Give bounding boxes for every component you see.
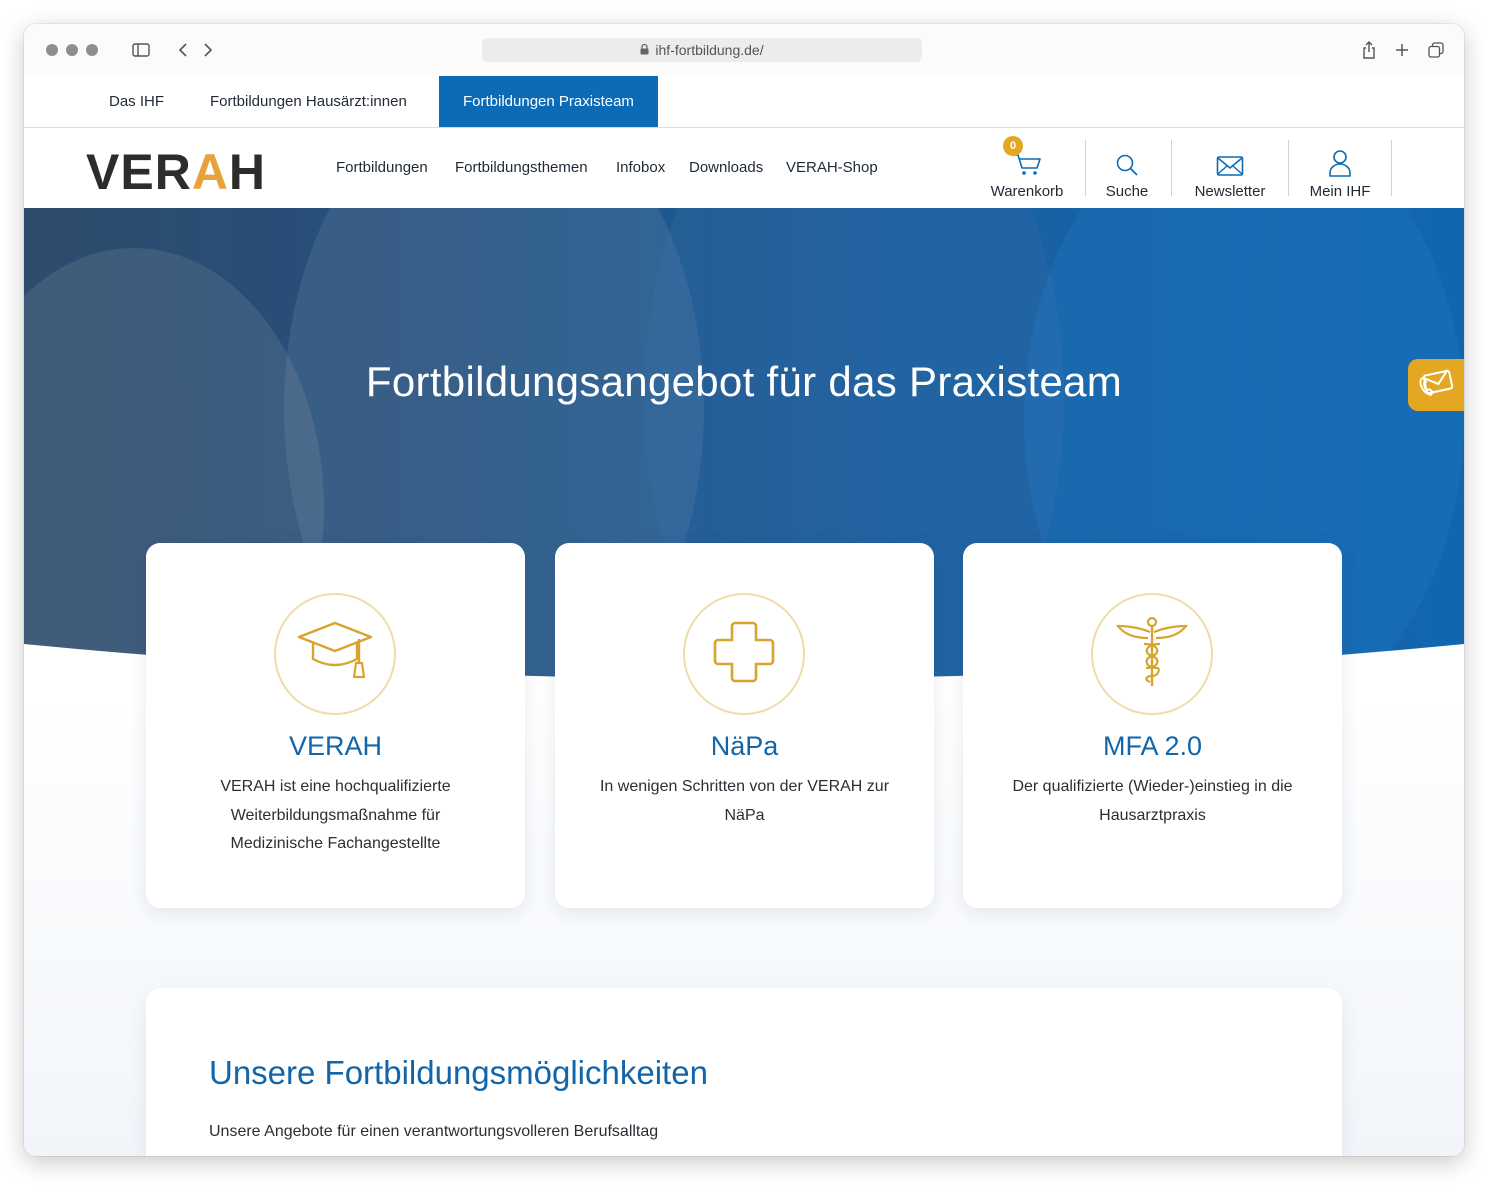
newsletter-button[interactable]: Newsletter [1187,140,1273,200]
nav-fortbildungen[interactable]: Fortbildungen [336,159,428,176]
nav-fortbildungsthemen[interactable]: Fortbildungsthemen [455,159,588,176]
nav-downloads[interactable]: Downloads [689,159,763,176]
card-icon-circle [1091,593,1213,715]
site-header: VERAH Fortbildungen Fortbildungsthemen I… [24,128,1464,208]
newsletter-label: Newsletter [1194,183,1266,200]
card-verah[interactable]: VERAH VERAH ist eine hochqualifizierte W… [146,543,525,908]
tab-fortbildungen-hausaerzte[interactable]: Fortbildungen Hausärzt:innen [210,76,407,127]
forward-arrow-icon[interactable] [195,38,221,62]
browser-window: ihf-fortbildung.de/ Das IHF Fortbildunge… [24,24,1464,1156]
hero-title: Fortbildungsangebot für das Praxisteam [365,358,1123,405]
logo-text-right: H [228,144,267,200]
header-divider [1171,140,1172,196]
top-section-tabs: Das IHF Fortbildungen Hausärzt:innen For… [24,76,1464,128]
card-title: VERAH [288,731,383,761]
window-close-button[interactable] [46,44,58,56]
cart-label: Warenkorb [990,183,1064,200]
account-button[interactable]: Mein IHF [1304,140,1376,200]
section-subtitle: Unsere Angebote für einen verantwortungs… [209,1123,659,1140]
card-mfa[interactable]: MFA 2.0 Der qualifizierte (Wieder-)einst… [963,543,1342,908]
search-label: Suche [1105,183,1149,200]
search-button[interactable]: Suche [1099,140,1155,200]
card-icon-circle [683,593,805,715]
tab-das-ihf[interactable]: Das IHF [109,76,164,127]
header-divider [1085,140,1086,196]
cart-count-badge: 0 [1003,136,1023,156]
browser-toolbar: ihf-fortbildung.de/ [24,24,1464,76]
nav-verah-shop[interactable]: VERAH-Shop [786,159,878,176]
address-bar[interactable]: ihf-fortbildung.de/ [482,38,922,62]
card-title: MFA 2.0 [1102,731,1203,761]
tab-overview-icon[interactable] [1423,38,1449,62]
account-label: Mein IHF [1309,183,1371,200]
share-icon[interactable] [1356,38,1382,62]
card-description: In wenigen Schritten von der VERAH zur N… [599,778,890,824]
nav-infobox[interactable]: Infobox [616,159,665,176]
caduceus-icon [1114,614,1190,695]
user-icon [1328,149,1352,177]
sidebar-toggle-icon[interactable] [128,38,154,62]
lock-icon [640,42,649,58]
fortbildung-section: Unsere Fortbildungsmöglichkeiten Unsere … [146,988,1342,1156]
envelope-icon [1216,155,1244,177]
verah-logo[interactable]: VERAH [86,144,266,200]
logo-text-accent: A [191,144,229,200]
cart-button[interactable]: Warenkorb [989,140,1065,200]
contact-side-button[interactable] [1408,359,1464,411]
url-text: ihf-fortbildung.de/ [655,42,764,58]
contact-mail-phone-icon [1417,367,1455,404]
logo-text-left: VER [86,144,192,200]
search-icon [1115,153,1139,177]
graduation-cap-icon [295,617,375,692]
card-description: Der qualifizierte (Wieder-)einstieg in d… [1012,778,1293,824]
card-naepa[interactable]: NäPa In wenigen Schritten von der VERAH … [555,543,934,908]
header-divider [1391,140,1392,196]
window-zoom-button[interactable] [86,44,98,56]
card-icon-circle [274,593,396,715]
tab-fortbildungen-praxisteam[interactable]: Fortbildungen Praxisteam [439,76,658,127]
header-divider [1288,140,1289,196]
new-tab-plus-icon[interactable] [1389,38,1415,62]
section-title: Unsere Fortbildungsmöglichkeiten [209,1054,708,1091]
card-description: VERAH ist eine hochqualifizierte Weiterb… [220,778,451,852]
back-arrow-icon[interactable] [170,38,196,62]
card-title: NäPa [710,731,779,761]
window-minimize-button[interactable] [66,44,78,56]
medical-cross-icon [711,619,777,690]
